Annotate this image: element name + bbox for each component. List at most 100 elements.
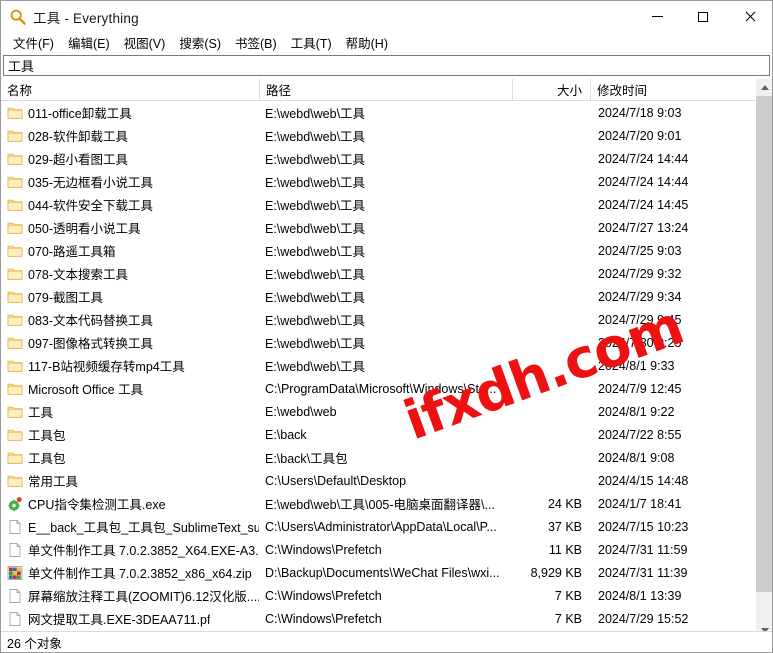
cell-path: E:\back <box>265 427 307 442</box>
cell-date: 2024/7/18 9:03 <box>598 105 682 120</box>
table-row[interactable]: CPU指令集检测工具.exe E:\webd\web\工具\005-电脑桌面翻译器… <box>1 492 772 515</box>
table-row[interactable]: 078-文本搜索工具 E:\webd\web\工具 2024/7/29 9:32 <box>1 262 772 285</box>
cell-size: 8,929 KB <box>530 565 582 580</box>
archive-icon <box>7 565 23 581</box>
table-row[interactable]: 011-office卸载工具 E:\webd\web\工具 2024/7/18 9:… <box>1 101 772 124</box>
menu-help[interactable]: 帮助(H) <box>339 31 395 54</box>
menu-edit[interactable]: 编辑(E) <box>61 31 117 54</box>
column-headers: 名称 路径 大小 修改时间 <box>1 79 772 101</box>
table-row[interactable]: 079-截图工具 E:\webd\web\工具 2024/7/29 9:34 <box>1 285 772 308</box>
table-row[interactable]: 029-超小看图工具 E:\webd\web\工具 2024/7/24 14:44 <box>1 147 772 170</box>
column-header-size[interactable]: 大小 <box>512 79 590 100</box>
cell-name: 单文件制作工具 7.0.2.3852_x86_x64.zip <box>1 563 259 582</box>
file-name-label: 工具包 <box>28 429 66 443</box>
cell-name: 079-截图工具 <box>1 287 259 306</box>
scrollbar-thumb[interactable] <box>756 96 772 592</box>
table-row[interactable]: 097-图像格式转换工具 E:\webd\web\工具 2024/7/30 9:25 <box>1 331 772 354</box>
cell-name: CPU指令集检测工具.exe <box>1 494 259 513</box>
table-row[interactable]: 工具包 E:\back\工具包 2024/8/1 9:08 <box>1 446 772 469</box>
table-row[interactable]: 单文件制作工具 7.0.2.3852_x86_x64.zip D:\Backup\… <box>1 561 772 584</box>
cell-path: E:\webd\web\工具 <box>265 268 366 282</box>
cell-name: 单文件制作工具 7.0.2.3852_X64.EXE-A3... <box>1 540 259 559</box>
window-controls <box>634 1 772 32</box>
column-header-name[interactable]: 名称 <box>1 79 259 100</box>
column-header-path[interactable]: 路径 <box>259 79 512 100</box>
cell-name: E__back_工具包_工具包_SublimeText_su... <box>1 517 259 536</box>
vertical-scrollbar[interactable] <box>755 79 772 639</box>
cell-path: C:\Users\Administrator\AppData\Local\P..… <box>265 519 497 534</box>
table-row[interactable]: 屏幕缩放注释工具(ZOOMIT)6.12汉化版.... C:\Windows\Pr… <box>1 584 772 607</box>
close-icon <box>744 11 755 22</box>
table-row[interactable]: 工具包 E:\back 2024/7/22 8:55 <box>1 423 772 446</box>
table-row[interactable]: 035-无边框看小说工具 E:\webd\web\工具 2024/7/24 14:4… <box>1 170 772 193</box>
table-row[interactable]: 单文件制作工具 7.0.2.3852_X64.EXE-A3... C:\Windo… <box>1 538 772 561</box>
cell-date: 2024/7/9 12:45 <box>598 381 682 396</box>
cell-path: E:\webd\web <box>265 404 337 419</box>
cell-date: 2024/7/22 8:55 <box>598 427 682 442</box>
cell-date: 2024/7/24 14:44 <box>598 151 689 166</box>
cell-name: 屏幕缩放注释工具(ZOOMIT)6.12汉化版.... <box>1 586 259 605</box>
cell-size: 24 KB <box>547 496 582 511</box>
cell-name: 028-软件卸载工具 <box>1 126 259 145</box>
menu-search[interactable]: 搜索(S) <box>172 31 228 54</box>
cell-path: E:\webd\web\工具 <box>265 222 366 236</box>
table-row[interactable]: 常用工具 C:\Users\Default\Desktop 2024/4/15 14… <box>1 469 772 492</box>
cell-name: 083-文本代码替换工具 <box>1 310 259 329</box>
folder-icon <box>7 404 23 420</box>
search-input[interactable] <box>4 55 769 76</box>
scrollbar-track[interactable] <box>756 96 772 622</box>
cell-path: E:\webd\web\工具 <box>265 107 366 121</box>
file-name-label: CPU指令集检测工具.exe <box>28 498 166 512</box>
menu-tools[interactable]: 工具(T) <box>284 31 339 54</box>
cell-name: 070-路遥工具箱 <box>1 241 259 260</box>
table-row[interactable]: 050-透明看小说工具 E:\webd\web\工具 2024/7/27 13:24 <box>1 216 772 239</box>
folder-icon <box>7 335 23 351</box>
table-row[interactable]: 网文提取工具.EXE-3DEAA711.pf C:\Windows\Prefetc… <box>1 607 772 630</box>
cell-date: 2024/7/31 11:59 <box>598 542 688 557</box>
table-row[interactable]: 070-路遥工具箱 E:\webd\web\工具 2024/7/25 9:03 <box>1 239 772 262</box>
cell-date: 2024/7/29 9:34 <box>598 289 682 304</box>
table-row[interactable]: 117-B站视频缓存转mp4工具 E:\webd\web\工具 2024/8/1 9… <box>1 354 772 377</box>
cell-path: E:\webd\web\工具 <box>265 199 366 213</box>
cell-name: 035-无边框看小说工具 <box>1 172 259 191</box>
menu-file[interactable]: 文件(F) <box>6 31 61 54</box>
cell-date: 2024/1/7 18:41 <box>598 496 682 511</box>
menu-view[interactable]: 视图(V) <box>117 31 173 54</box>
folder-icon <box>7 151 23 167</box>
folder-icon <box>7 220 23 236</box>
cell-date: 2024/8/1 9:33 <box>598 358 675 373</box>
minimize-button[interactable] <box>634 1 680 32</box>
search-bar[interactable] <box>3 55 770 76</box>
maximize-button[interactable] <box>680 1 726 32</box>
column-header-date[interactable]: 修改时间 <box>590 79 758 100</box>
everything-window: 工具 - Everything 文件(F) 编辑(E) 视图(V) 搜索(S) … <box>0 0 773 653</box>
table-row[interactable]: 083-文本代码替换工具 E:\webd\web\工具 2024/7/29 9:45 <box>1 308 772 331</box>
cell-name: 078-文本搜索工具 <box>1 264 259 283</box>
file-name-label: 029-超小看图工具 <box>28 153 129 167</box>
file-name-label: 工具 <box>28 406 54 420</box>
folder-icon <box>7 174 23 190</box>
scroll-up-button[interactable] <box>756 79 772 96</box>
file-name-label: 083-文本代码替换工具 <box>28 314 154 328</box>
cell-size: 11 KB <box>548 542 582 557</box>
close-button[interactable] <box>726 1 772 32</box>
file-name-label: Microsoft Office 工具 <box>28 383 144 397</box>
menu-bookmarks[interactable]: 书签(B) <box>228 31 284 54</box>
cell-path: E:\webd\web\工具 <box>265 130 366 144</box>
cell-path: E:\webd\web\工具 <box>265 176 366 190</box>
table-row[interactable]: Microsoft Office 工具 C:\ProgramData\Micros… <box>1 377 772 400</box>
folder-icon <box>7 243 23 259</box>
title-bar: 工具 - Everything <box>1 1 772 32</box>
window-title: 工具 - Everything <box>33 10 139 26</box>
cell-date: 2024/8/1 9:22 <box>598 404 675 419</box>
table-row[interactable]: E__back_工具包_工具包_SublimeText_su... C:\User… <box>1 515 772 538</box>
file-name-label: 117-B站视频缓存转mp4工具 <box>28 360 185 374</box>
file-name-label: 097-图像格式转换工具 <box>28 337 154 351</box>
cell-path: D:\Backup\Documents\WeChat Files\wxi... <box>265 565 500 580</box>
cell-date: 2024/7/29 15:52 <box>598 611 689 626</box>
file-name-label: 单文件制作工具 7.0.2.3852_x86_x64.zip <box>28 567 252 581</box>
table-row[interactable]: 044-软件安全下载工具 E:\webd\web\工具 2024/7/24 14:4… <box>1 193 772 216</box>
cell-name: 011-office卸载工具 <box>1 103 259 122</box>
table-row[interactable]: 028-软件卸载工具 E:\webd\web\工具 2024/7/20 9:01 <box>1 124 772 147</box>
table-row[interactable]: 工具 E:\webd\web 2024/8/1 9:22 <box>1 400 772 423</box>
